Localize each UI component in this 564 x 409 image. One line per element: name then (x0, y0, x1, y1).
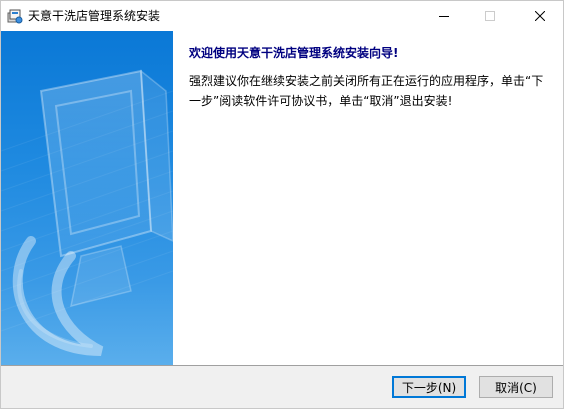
cancel-button[interactable]: 取消(C) (479, 376, 553, 398)
window-title: 天意干洗店管理系统安装 (28, 9, 161, 23)
wizard-content: 欢迎使用天意干洗店管理系统安装向导! 强烈建议你在继续安装之前关闭所有正在运行的… (173, 31, 563, 365)
close-icon (535, 11, 545, 21)
minimize-button[interactable] (421, 1, 467, 31)
close-button[interactable] (517, 1, 563, 31)
title-bar[interactable]: 天意干洗店管理系统安装 (1, 1, 563, 31)
computer-illustration (1, 69, 173, 356)
welcome-heading: 欢迎使用天意干洗店管理系统安装向导! (189, 46, 399, 60)
next-button[interactable]: 下一步(N) (392, 376, 466, 398)
maximize-button[interactable] (467, 1, 513, 31)
button-bar: 下一步(N) 取消(C) (1, 365, 563, 408)
installer-window: 天意干洗店管理系统安装 欢迎使用天意干洗店管理系统安装向导! 强烈建议你在继续安… (0, 0, 564, 409)
wizard-banner (1, 31, 173, 365)
installer-icon (7, 8, 23, 24)
maximize-icon (485, 11, 495, 21)
minimize-icon (439, 16, 449, 17)
welcome-description: 强烈建议你在继续安装之前关闭所有正在运行的应用程序，单击“下一步”阅读软件许可协… (189, 74, 544, 108)
